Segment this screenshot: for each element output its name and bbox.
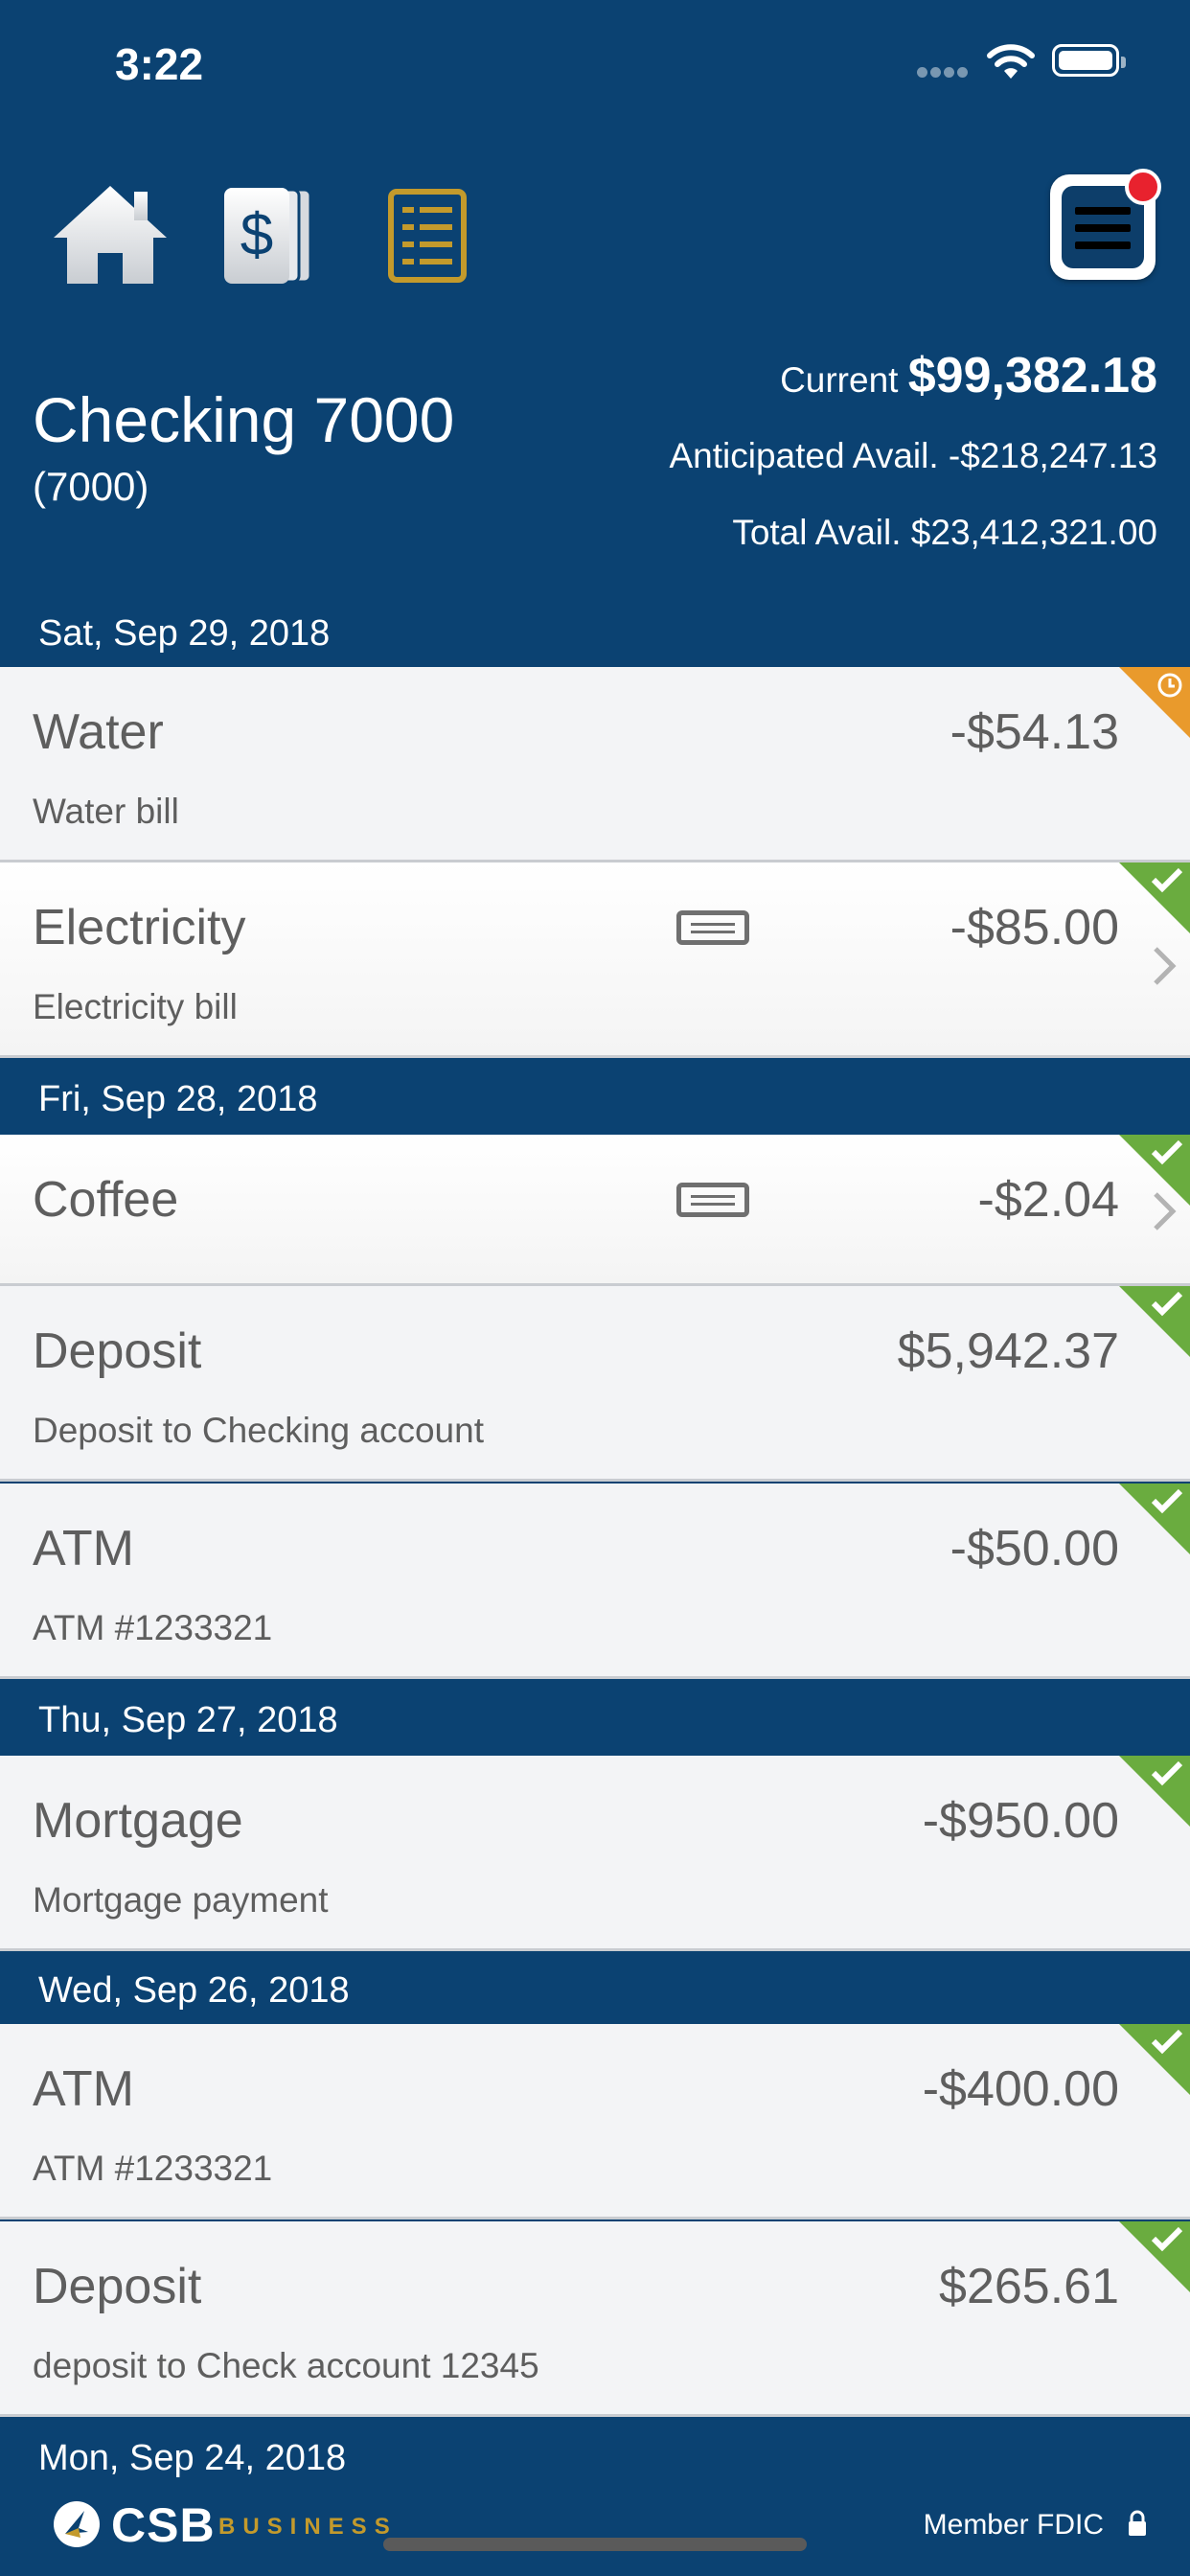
account-number: (7000)	[33, 464, 149, 509]
check-icon	[1151, 1760, 1183, 1786]
total-label: Total Avail.	[732, 513, 902, 552]
transaction-desc: Deposit to Checking account	[33, 1411, 484, 1450]
status-time: 3:22	[115, 39, 204, 89]
transaction-title: Electricity	[33, 900, 246, 955]
anticipated-label: Anticipated Avail.	[669, 436, 939, 475]
anticipated-value: -$218,247.13	[948, 436, 1157, 475]
current-balance: Current $99,382.18	[780, 347, 1157, 404]
transaction-row[interactable]: Mortgage Mortgage payment -$950.00	[0, 1756, 1190, 1951]
receipt-icon[interactable]	[676, 1183, 749, 1217]
transaction-amount: -$400.00	[922, 2061, 1119, 2117]
transaction-amount: -$50.00	[950, 1521, 1119, 1576]
transaction-desc: Water bill	[33, 792, 179, 831]
transaction-row[interactable]: Water Water bill -$54.13	[0, 667, 1190, 862]
transaction-row[interactable]: ATM ATM #1233321 -$50.00	[0, 1484, 1190, 1679]
transaction-desc: Electricity bill	[33, 987, 238, 1026]
current-value: $99,382.18	[907, 348, 1157, 403]
transaction-amount: -$85.00	[950, 900, 1119, 955]
date-header: Fri, Sep 28, 2018	[0, 1064, 1190, 1135]
battery-icon	[1052, 44, 1126, 77]
fdic-label: Member FDIC	[923, 2509, 1104, 2541]
dollar-icon[interactable]: $	[222, 186, 318, 286]
transaction-amount: -$54.13	[950, 704, 1119, 760]
notification-badge	[1125, 169, 1161, 205]
chevron-right-icon[interactable]	[1150, 943, 1179, 989]
transaction-row[interactable]: Deposit deposit to Check account 12345 $…	[0, 2221, 1190, 2417]
transaction-amount: $265.61	[939, 2259, 1119, 2314]
transaction-title: Water	[33, 704, 164, 760]
csb-logo-icon	[54, 2501, 100, 2547]
current-label: Current	[780, 360, 899, 400]
total-balance: Total Avail. $23,412,321.00	[732, 513, 1157, 553]
transaction-title: ATM	[33, 1521, 134, 1576]
transaction-amount: -$2.04	[977, 1172, 1119, 1228]
check-icon	[1151, 1139, 1183, 1165]
lock-icon	[1129, 2510, 1146, 2536]
menu-button[interactable]	[1050, 169, 1161, 280]
transaction-desc: Mortgage payment	[33, 1880, 329, 1920]
check-icon	[1151, 2029, 1183, 2055]
brand-logo-sub: BUSINESS	[218, 2514, 398, 2540]
svg-text:$: $	[240, 202, 273, 268]
signal-icon	[917, 65, 973, 78]
date-header: Wed, Sep 26, 2018	[0, 1955, 1190, 2026]
total-value: $23,412,321.00	[910, 513, 1157, 552]
check-icon	[1151, 2226, 1183, 2252]
check-icon	[1151, 1291, 1183, 1317]
transaction-title: Deposit	[33, 1323, 202, 1379]
date-header: Thu, Sep 27, 2018	[0, 1685, 1190, 1756]
transaction-desc: ATM #1233321	[33, 1608, 273, 1647]
transaction-title: ATM	[33, 2061, 134, 2117]
transaction-desc: ATM #1233321	[33, 2149, 273, 2188]
transaction-title: Coffee	[33, 1172, 179, 1228]
transaction-row[interactable]: Coffee -$2.04	[0, 1135, 1190, 1286]
brand-logo-text: CSB	[111, 2498, 216, 2552]
home-indicator[interactable]	[383, 2538, 807, 2551]
date-header: Mon, Sep 24, 2018	[0, 2423, 1190, 2494]
date-header: Sat, Sep 29, 2018	[0, 598, 1190, 669]
clock-icon	[1157, 673, 1182, 698]
transaction-row[interactable]: Electricity Electricity bill -$85.00	[0, 862, 1190, 1058]
check-icon	[1151, 867, 1183, 893]
transaction-title: Deposit	[33, 2259, 202, 2314]
home-icon[interactable]	[50, 182, 171, 288]
receipt-icon[interactable]	[676, 910, 749, 945]
transaction-amount: -$950.00	[922, 1793, 1119, 1849]
document-list-icon[interactable]	[387, 188, 468, 284]
transaction-amount: $5,942.37	[897, 1323, 1119, 1379]
transaction-title: Mortgage	[33, 1793, 243, 1849]
transaction-row[interactable]: ATM ATM #1233321 -$400.00	[0, 2024, 1190, 2220]
transaction-desc: deposit to Check account 12345	[33, 2346, 539, 2385]
check-icon	[1151, 1488, 1183, 1514]
account-name: Checking 7000	[33, 384, 455, 455]
transaction-row[interactable]: Deposit Deposit to Checking account $5,9…	[0, 1286, 1190, 1482]
wifi-icon	[987, 44, 1035, 79]
anticipated-balance: Anticipated Avail. -$218,247.13	[670, 436, 1158, 476]
